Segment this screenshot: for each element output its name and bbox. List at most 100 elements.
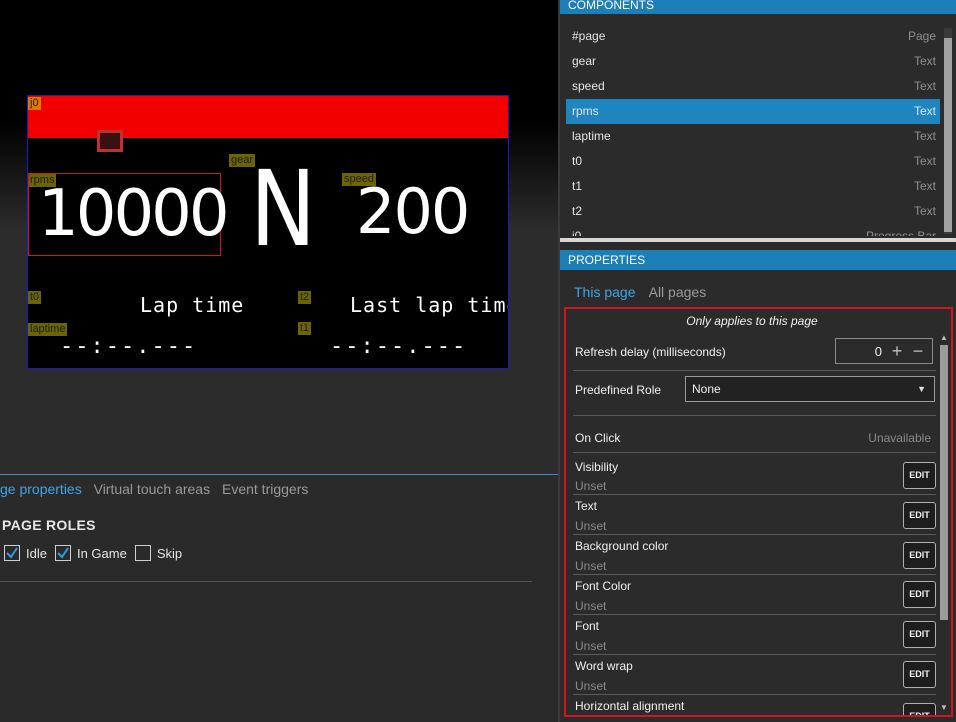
skip-checkbox[interactable]: [134, 545, 151, 561]
text-value: Unset: [575, 519, 607, 533]
components-header: COMPONENTS: [560, 0, 956, 14]
background-color-label: Background color: [575, 539, 669, 553]
refresh-delay-value[interactable]: 0: [875, 344, 882, 359]
small-component-box[interactable]: [97, 130, 123, 152]
predefined-role-value: None: [692, 382, 721, 396]
list-item[interactable]: t1 Text: [566, 174, 940, 199]
scroll-up-icon[interactable]: ▲: [939, 333, 949, 343]
device-screen[interactable]: j0 gear rpms speed 10000 N 200 t0 t2 Lap…: [27, 95, 509, 369]
components-scrollbar[interactable]: [944, 28, 952, 234]
tab-this-page[interactable]: This page: [574, 284, 635, 300]
background-color-value: Unset: [575, 559, 607, 573]
divider: [573, 574, 936, 575]
list-item[interactable]: laptime Text: [566, 124, 940, 149]
plus-icon[interactable]: +: [888, 342, 906, 360]
tab-event-triggers[interactable]: Event triggers: [222, 481, 308, 497]
word-wrap-label: Word wrap: [575, 659, 633, 673]
laptime-value[interactable]: --:--.---: [60, 334, 197, 359]
divider: [573, 694, 936, 695]
panel-splitter[interactable]: [560, 238, 956, 242]
visibility-value: Unset: [575, 479, 607, 493]
components-list[interactable]: #page Page gear Text speed Text rpms Text la…: [566, 24, 940, 236]
component-name: t1: [572, 179, 583, 193]
speed-value[interactable]: 200: [356, 176, 470, 248]
list-item[interactable]: j0 Progress Bar: [566, 224, 940, 236]
refresh-delay-label: Refresh delay (milliseconds): [575, 345, 726, 359]
tag-j0: j0: [28, 97, 41, 110]
list-item[interactable]: t2 Text: [566, 199, 940, 224]
on-click-label: On Click: [575, 431, 621, 445]
component-name: t0: [572, 154, 583, 168]
divider: [573, 370, 936, 371]
component-type: Text: [913, 54, 936, 68]
scope-note: Only applies to this page: [686, 314, 818, 328]
divider: [573, 494, 936, 495]
properties-scrollbar[interactable]: ▲ ▼: [939, 333, 949, 713]
properties-scroll-thumb[interactable]: [940, 345, 948, 620]
component-type: Text: [913, 179, 936, 193]
component-type: Text: [913, 104, 936, 118]
tab-all-pages[interactable]: All pages: [649, 284, 707, 300]
gear-value[interactable]: N: [250, 154, 316, 264]
properties-box: Only applies to this page Refresh delay …: [564, 307, 953, 717]
left-tabs: ge properties Virtual touch areas Event …: [0, 481, 316, 497]
component-type: Text: [913, 204, 936, 218]
properties-header: PROPERTIES: [560, 250, 956, 270]
divider: [573, 452, 936, 453]
refresh-delay-stepper[interactable]: 0 + −: [835, 338, 933, 364]
word-wrap-value: Unset: [575, 679, 607, 693]
divider: [573, 614, 936, 615]
divider: [573, 654, 936, 655]
component-name: j0: [572, 229, 582, 236]
list-item[interactable]: t0 Text: [566, 149, 940, 174]
design-canvas[interactable]: j0 gear rpms speed 10000 N 200 t0 t2 Lap…: [0, 0, 558, 474]
tab-page-properties[interactable]: ge properties: [0, 481, 82, 497]
horizontal-alignment-edit-button[interactable]: EDIT: [903, 703, 936, 715]
check-icon: [57, 547, 69, 559]
font-color-edit-button[interactable]: EDIT: [903, 581, 936, 608]
idle-checkbox[interactable]: [4, 545, 20, 561]
in-game-label: In Game: [76, 545, 127, 561]
list-item[interactable]: #page Page: [566, 24, 940, 49]
tag-t0: t0: [28, 291, 42, 304]
font-color-label: Font Color: [575, 579, 632, 593]
component-type: Progress Bar: [865, 229, 936, 236]
predefined-role-select[interactable]: None ▼: [685, 376, 935, 402]
component-name: gear: [572, 54, 597, 68]
t2-text[interactable]: Last lap time: [350, 293, 508, 317]
properties-tabs: This page All pages: [574, 284, 716, 300]
divider: [573, 415, 936, 416]
component-name: laptime: [572, 129, 611, 143]
font-color-value: Unset: [575, 599, 607, 613]
t1-value[interactable]: --:--.---: [330, 334, 467, 359]
tag-t2: t2: [298, 291, 312, 304]
visibility-label: Visibility: [575, 460, 619, 474]
minus-icon[interactable]: −: [909, 342, 927, 360]
roles-divider: [0, 581, 532, 582]
check-icon: [6, 547, 18, 559]
word-wrap-edit-button[interactable]: EDIT: [903, 661, 936, 688]
tab-virtual-touch-areas[interactable]: Virtual touch areas: [94, 481, 210, 497]
visibility-edit-button[interactable]: EDIT: [903, 462, 936, 489]
dropdown-arrow-icon: ▼: [917, 384, 926, 394]
scroll-down-icon[interactable]: ▼: [939, 703, 949, 713]
text-edit-button[interactable]: EDIT: [903, 502, 936, 529]
list-item[interactable]: speed Text: [566, 74, 940, 99]
skip-label: Skip: [156, 545, 183, 561]
list-item[interactable]: gear Text: [566, 49, 940, 74]
right-panel: COMPONENTS #page Page gear Text speed Text …: [558, 0, 956, 722]
components-scroll-thumb[interactable]: [944, 38, 952, 232]
in-game-checkbox[interactable]: [54, 545, 71, 561]
component-type: Text: [913, 129, 936, 143]
tag-t1: t1: [298, 322, 312, 335]
component-type: Text: [913, 154, 936, 168]
horizontal-alignment-label: Horizontal alignment: [575, 699, 685, 713]
font-edit-button[interactable]: EDIT: [903, 621, 936, 648]
t0-text[interactable]: Lap time: [140, 293, 244, 317]
list-item-selected[interactable]: rpms Text: [566, 99, 940, 124]
rpms-value[interactable]: 10000: [38, 174, 230, 254]
component-name: speed: [572, 79, 605, 93]
idle-label: Idle: [26, 545, 47, 561]
text-label: Text: [575, 499, 598, 513]
background-color-edit-button[interactable]: EDIT: [903, 542, 936, 569]
